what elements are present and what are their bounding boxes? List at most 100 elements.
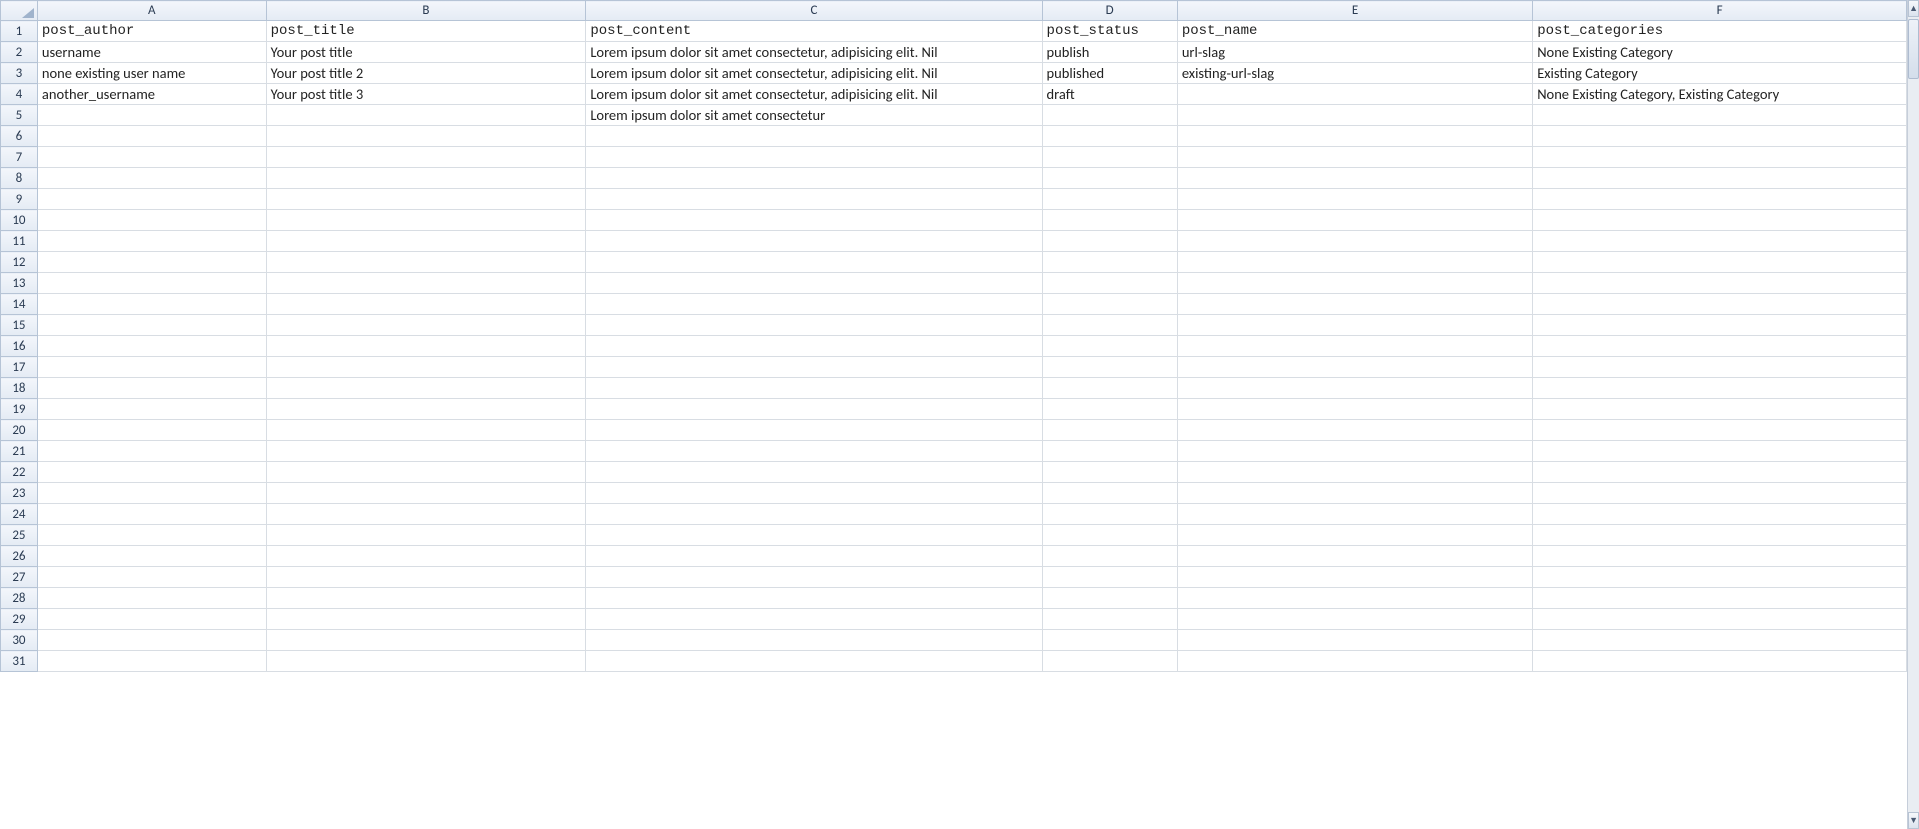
cell[interactable] — [586, 504, 1042, 525]
cell[interactable] — [1042, 651, 1177, 672]
cell[interactable] — [1042, 189, 1177, 210]
row-header[interactable]: 9 — [1, 189, 38, 210]
cell[interactable]: publish — [1042, 42, 1177, 63]
cell[interactable] — [586, 441, 1042, 462]
cell[interactable] — [1533, 315, 1907, 336]
cell[interactable]: Your post title 3 — [266, 84, 586, 105]
cell[interactable] — [266, 525, 586, 546]
row-header[interactable]: 15 — [1, 315, 38, 336]
column-header-D[interactable]: D — [1042, 1, 1177, 21]
row-header[interactable]: 11 — [1, 231, 38, 252]
cell[interactable] — [1533, 420, 1907, 441]
cell[interactable] — [1533, 168, 1907, 189]
cell[interactable] — [1177, 420, 1532, 441]
cell[interactable] — [266, 315, 586, 336]
cell[interactable] — [1042, 273, 1177, 294]
row-header[interactable]: 8 — [1, 168, 38, 189]
cell[interactable]: username — [37, 42, 266, 63]
column-header-E[interactable]: E — [1177, 1, 1532, 21]
cell[interactable] — [266, 483, 586, 504]
cell[interactable] — [1042, 525, 1177, 546]
cell[interactable] — [1042, 147, 1177, 168]
cell[interactable]: Lorem ipsum dolor sit amet consectetur, … — [586, 84, 1042, 105]
cell[interactable] — [37, 546, 266, 567]
cell[interactable] — [1533, 336, 1907, 357]
cell[interactable] — [266, 189, 586, 210]
row-header[interactable]: 20 — [1, 420, 38, 441]
row-header[interactable]: 17 — [1, 357, 38, 378]
row-header[interactable]: 31 — [1, 651, 38, 672]
cell[interactable] — [586, 588, 1042, 609]
cell[interactable] — [37, 399, 266, 420]
cell[interactable] — [266, 336, 586, 357]
row-header[interactable]: 13 — [1, 273, 38, 294]
column-header-A[interactable]: A — [37, 1, 266, 21]
cell[interactable] — [586, 630, 1042, 651]
row-header[interactable]: 29 — [1, 609, 38, 630]
cell[interactable] — [1177, 504, 1532, 525]
cell[interactable] — [1533, 273, 1907, 294]
cell[interactable] — [37, 210, 266, 231]
row-header[interactable]: 21 — [1, 441, 38, 462]
vertical-scrollbar[interactable]: ▲ ▼ — [1907, 0, 1919, 829]
cell[interactable] — [1042, 546, 1177, 567]
cell[interactable] — [1533, 588, 1907, 609]
cell[interactable] — [1177, 315, 1532, 336]
cell[interactable]: post_title — [266, 21, 586, 42]
cell[interactable] — [1533, 231, 1907, 252]
cell[interactable] — [266, 441, 586, 462]
cell[interactable] — [586, 357, 1042, 378]
cell[interactable] — [1042, 336, 1177, 357]
cell[interactable] — [37, 231, 266, 252]
cell[interactable] — [266, 231, 586, 252]
cell[interactable] — [37, 168, 266, 189]
cell[interactable] — [37, 504, 266, 525]
cell[interactable] — [1177, 588, 1532, 609]
cell[interactable] — [1177, 231, 1532, 252]
cell[interactable] — [1042, 231, 1177, 252]
cell[interactable] — [1533, 546, 1907, 567]
cell[interactable] — [37, 420, 266, 441]
cell[interactable] — [586, 273, 1042, 294]
cell[interactable] — [586, 546, 1042, 567]
row-header[interactable]: 22 — [1, 462, 38, 483]
cell[interactable] — [1177, 525, 1532, 546]
cell[interactable]: Lorem ipsum dolor sit amet consectetur, … — [586, 63, 1042, 84]
cell[interactable] — [266, 147, 586, 168]
cell[interactable] — [1533, 504, 1907, 525]
cell[interactable] — [1177, 630, 1532, 651]
cell[interactable] — [37, 273, 266, 294]
cell[interactable]: Lorem ipsum dolor sit amet consectetur — [586, 105, 1042, 126]
row-header[interactable]: 25 — [1, 525, 38, 546]
cell[interactable] — [266, 504, 586, 525]
cell[interactable] — [1177, 483, 1532, 504]
cell[interactable] — [1042, 483, 1177, 504]
cell[interactable]: another_username — [37, 84, 266, 105]
cell[interactable] — [1533, 147, 1907, 168]
cell[interactable] — [1177, 357, 1532, 378]
cell[interactable] — [1042, 378, 1177, 399]
cell[interactable] — [1042, 504, 1177, 525]
cell[interactable]: post_status — [1042, 21, 1177, 42]
cell[interactable] — [37, 315, 266, 336]
scroll-track[interactable] — [1908, 79, 1919, 812]
cell[interactable] — [586, 336, 1042, 357]
cell[interactable] — [37, 588, 266, 609]
cell[interactable] — [586, 294, 1042, 315]
row-header[interactable]: 23 — [1, 483, 38, 504]
cell[interactable]: None Existing Category — [1533, 42, 1907, 63]
row-header[interactable]: 1 — [1, 21, 38, 42]
cell[interactable] — [1177, 210, 1532, 231]
cell[interactable] — [1533, 189, 1907, 210]
cell[interactable] — [37, 189, 266, 210]
cell[interactable] — [1042, 126, 1177, 147]
row-header[interactable]: 10 — [1, 210, 38, 231]
scroll-down-button[interactable]: ▼ — [1908, 812, 1919, 829]
row-header[interactable]: 27 — [1, 567, 38, 588]
cell[interactable] — [1042, 168, 1177, 189]
cell[interactable] — [1177, 462, 1532, 483]
cell[interactable]: post_content — [586, 21, 1042, 42]
cell[interactable] — [266, 378, 586, 399]
cell[interactable] — [1177, 546, 1532, 567]
cell[interactable] — [266, 210, 586, 231]
